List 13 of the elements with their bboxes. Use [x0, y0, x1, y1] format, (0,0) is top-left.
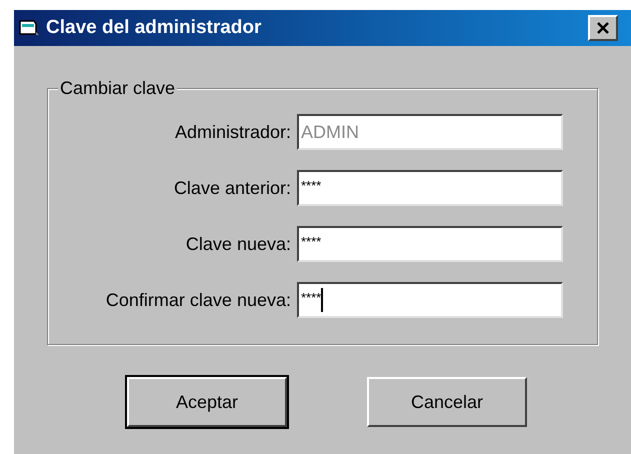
field-label: Administrador: [174, 120, 292, 144]
close-button[interactable] [588, 15, 618, 41]
input-field[interactable]: **** [297, 170, 563, 206]
dialog-button[interactable]: Aceptar [127, 377, 287, 427]
field-label: Clave nueva: [184, 232, 292, 256]
dialog-button[interactable]: Cancelar [367, 377, 527, 427]
input-field[interactable]: **** [297, 282, 563, 318]
input-field[interactable]: **** [297, 226, 563, 262]
window-icon [18, 18, 40, 38]
close-icon [596, 21, 610, 35]
window-title: Clave del administrador [46, 16, 262, 40]
field-label: Clave anterior: [172, 176, 292, 200]
field-label: Confirmar clave nueva: [104, 288, 292, 312]
